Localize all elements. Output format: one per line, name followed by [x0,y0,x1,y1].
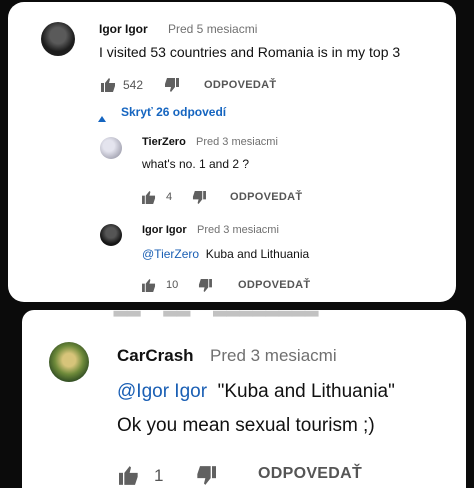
reply-button[interactable]: ODPOVEDAŤ [230,191,302,203]
thumbs-down-icon[interactable] [164,78,179,97]
like-count: 1 [154,466,164,485]
screenshot-stage: Igor Igor Pred 5 mesiacmi I visited 53 c… [0,0,474,488]
thumbs-up-icon[interactable] [142,279,156,297]
reply-text: @TierZero Kuba and Lithuania [142,247,309,261]
reply-text-body: Kuba and Lithuania [205,247,310,261]
thumbs-up-icon[interactable] [101,78,116,97]
reply-button[interactable]: ODPOVEDAŤ [238,279,310,291]
thumbs-down-icon[interactable] [198,279,212,297]
thumbs-down-icon[interactable] [196,466,216,488]
mention-link[interactable]: @TierZero [142,247,199,261]
hide-replies-button[interactable]: Skryť 26 odpovedí [121,105,226,119]
like-count: 10 [166,279,179,291]
quoted-text: "Kuba and Lithuania" [217,381,395,402]
thumbs-up-icon[interactable] [142,191,156,209]
cropped-action-row: ▂▂ ▂▂ ▂▂▂▂▂▂▂▂ [114,310,318,317]
thumbs-up-icon[interactable] [119,466,139,488]
comment-time[interactable]: Pred 5 mesiacmi [168,22,257,36]
mention-link[interactable]: @Igor Igor [117,381,207,402]
avatar-igor-small[interactable] [100,224,122,246]
quoted-comment-card: ▂▂ ▂▂ ▂▂▂▂▂▂▂▂ CarCrash Pred 3 mesiacmi … [22,310,466,488]
comment-time[interactable]: Pred 3 mesiacmi [210,346,337,366]
comment-author[interactable]: Igor Igor [99,22,148,36]
comment-text: I visited 53 countries and Romania is in… [99,44,401,60]
reply-button[interactable]: ODPOVEDAŤ [204,79,276,91]
like-count: 4 [166,191,173,203]
like-count: 542 [123,78,144,92]
avatar-carcrash[interactable] [49,342,89,382]
reply-text: what's no. 1 and 2 ? [142,157,250,171]
comment-author[interactable]: CarCrash [117,346,194,366]
reply-time[interactable]: Pred 3 mesiacmi [197,224,279,236]
avatar-igor[interactable] [41,22,75,56]
thumbs-down-icon[interactable] [192,191,206,209]
reply-author[interactable]: Igor Igor [142,224,187,236]
comment-text-line-2: Ok you mean sexual tourism ;) [117,415,375,436]
comment-thread-card: Igor Igor Pred 5 mesiacmi I visited 53 c… [8,2,456,302]
avatar-tierzero[interactable] [100,137,122,159]
reply-author[interactable]: TierZero [142,136,186,148]
reply-button[interactable]: ODPOVEDAŤ [258,465,362,483]
comment-text-line-1: @Igor Igor "Kuba and Lithuania" [117,381,395,403]
reply-time[interactable]: Pred 3 mesiacmi [196,136,278,148]
caret-up-icon[interactable] [98,109,106,127]
